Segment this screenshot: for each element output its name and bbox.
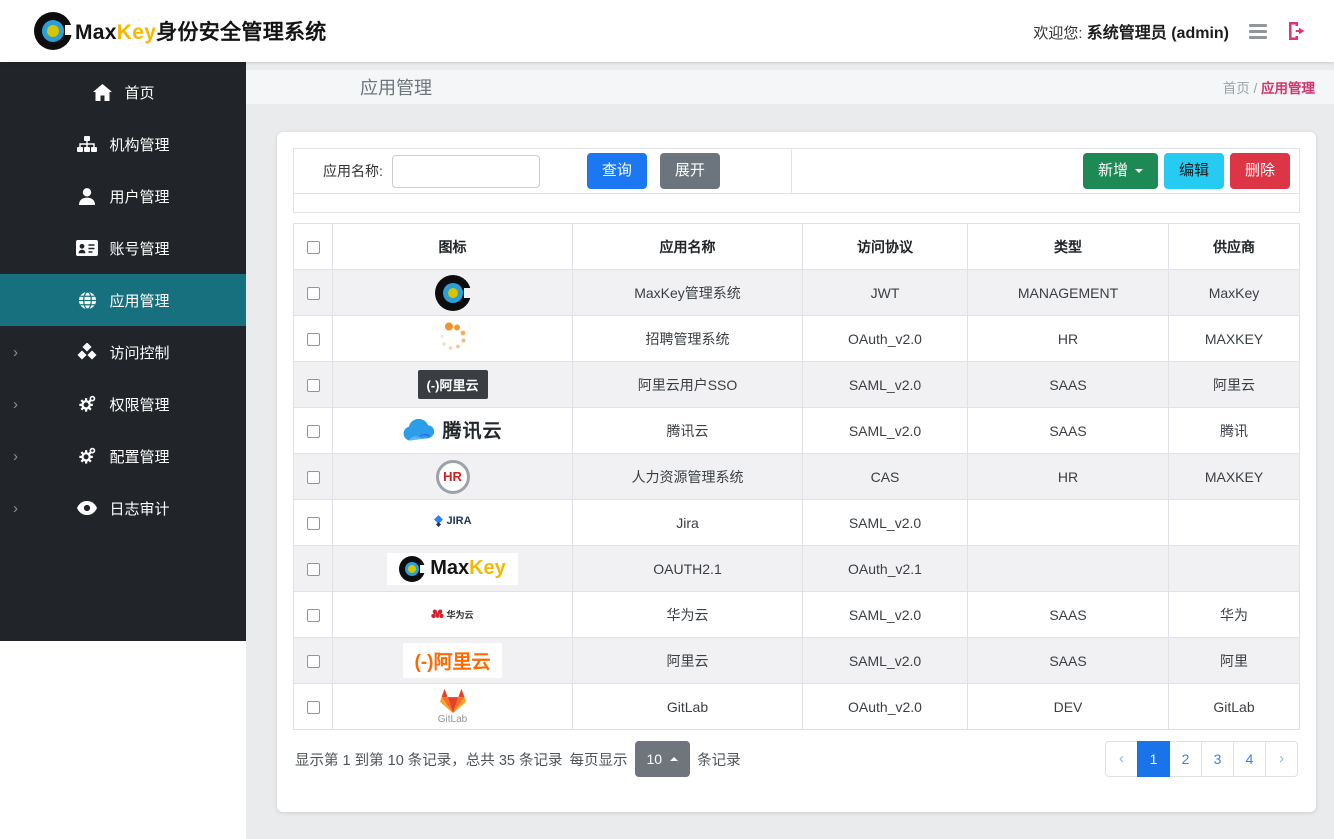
table-row[interactable]: 招聘管理系统OAuth_v2.0 HRMAXKEY	[294, 316, 1300, 362]
row-checkbox[interactable]	[307, 517, 320, 530]
maxkey-logo-icon	[34, 12, 72, 50]
brand-max: Max	[75, 21, 117, 44]
sidebar-item-home[interactable]: 首页	[0, 66, 246, 118]
select-all-checkbox[interactable]	[307, 241, 320, 254]
row-checkbox[interactable]	[307, 425, 320, 438]
chevron-right-icon: ›	[13, 344, 18, 361]
brand-rest: 身份安全管理系统	[156, 21, 326, 44]
add-button[interactable]: 新增	[1083, 153, 1158, 189]
next-page-button[interactable]: ›	[1265, 741, 1298, 777]
breadcrumb-home[interactable]: 首页	[1223, 81, 1250, 96]
current-user: 系统管理员 (admin)	[1087, 25, 1229, 42]
logout-icon[interactable]	[1287, 21, 1308, 41]
delete-button[interactable]: 删除	[1230, 153, 1290, 189]
sidebar-item-permissions[interactable]: › 权限管理	[0, 378, 246, 430]
edit-button[interactable]: 编辑	[1164, 153, 1224, 189]
caret-up-icon	[670, 757, 678, 761]
sidebar-item-config[interactable]: › 配置管理	[0, 430, 246, 482]
page-buttons: ‹ 1 2 3 4 ›	[1105, 741, 1298, 777]
eye-icon	[76, 501, 98, 515]
sidebar-item-access[interactable]: › 访问控制	[0, 326, 246, 378]
prev-page-button[interactable]: ‹	[1105, 741, 1138, 777]
top-bar: MaxKey身份安全管理系统 欢迎您: 系统管理员 (admin)	[0, 0, 1334, 62]
hamburger-menu-icon[interactable]	[1249, 24, 1267, 39]
brand-key: Key	[117, 21, 156, 44]
chevron-right-icon: ›	[13, 396, 18, 413]
table-row[interactable]: MaxKey管理系统JWT MANAGEMENTMaxKey	[294, 270, 1300, 316]
row-checkbox[interactable]	[307, 655, 320, 668]
chevron-right-icon: ›	[13, 448, 18, 465]
table-header-row: 图标 应用名称 访问协议 类型 供应商	[294, 224, 1300, 270]
user-icon	[76, 188, 98, 205]
sidebar-item-org[interactable]: 机构管理	[0, 118, 246, 170]
table-row[interactable]: 腾讯云 腾讯云SAML_v2.0 SAAS腾讯	[294, 408, 1300, 454]
page-button-2[interactable]: 2	[1169, 741, 1202, 777]
hr-logo: HR	[436, 460, 470, 494]
welcome-text: 欢迎您: 系统管理员 (admin)	[1033, 19, 1229, 43]
toolbar: 应用名称: 查询 展开 新增 编辑 删除	[293, 148, 1300, 194]
table-row[interactable]: (-)阿里云 阿里云SAML_v2.0 SAAS阿里	[294, 638, 1300, 684]
table-row[interactable]: GitLab GitLabOAuth_v2.0 DEVGitLab	[294, 684, 1300, 730]
sidebar-item-users[interactable]: 用户管理	[0, 170, 246, 222]
page-button-3[interactable]: 3	[1201, 741, 1234, 777]
page-button-4[interactable]: 4	[1233, 741, 1266, 777]
per-page-dropdown[interactable]: 10	[635, 741, 691, 777]
maxkey-circle-logo	[435, 275, 471, 311]
row-checkbox[interactable]	[307, 609, 320, 622]
advanced-search-collapsed	[293, 194, 1300, 213]
pagination: 显示第 1 到第 10 条记录，总共 35 条记录 每页显示 10 条记录 ‹ …	[293, 741, 1300, 777]
breadcrumb: 首页 / 应用管理	[1223, 77, 1315, 97]
table-row[interactable]: MaxKey OAUTH2.1OAuth_v2.1	[294, 546, 1300, 592]
aliyun-dark-logo: (-)阿里云	[418, 370, 488, 399]
apps-table: 图标 应用名称 访问协议 类型 供应商 MaxKey管理系统JWT MANA	[293, 223, 1300, 730]
jira-logo: JIRA	[433, 515, 471, 528]
page-button-1[interactable]: 1	[1137, 741, 1170, 777]
page-title: 应用管理	[360, 74, 432, 100]
app-name-input[interactable]	[392, 155, 540, 188]
row-checkbox[interactable]	[307, 701, 320, 714]
chevron-right-icon: ›	[13, 500, 18, 517]
globe-icon	[76, 291, 98, 310]
page-header: 应用管理 首页 / 应用管理	[246, 70, 1334, 104]
gears-icon	[76, 395, 98, 413]
pagination-summary: 显示第 1 到第 10 条记录，总共 35 条记录	[295, 749, 563, 770]
row-checkbox[interactable]	[307, 287, 320, 300]
home-icon	[91, 84, 113, 101]
tencent-cloud-logo: 腾讯云	[402, 416, 502, 443]
breadcrumb-current: 应用管理	[1261, 81, 1315, 96]
aliyun-orange-logo: (-)阿里云	[403, 643, 503, 678]
maxkey-full-logo: MaxKey	[387, 553, 518, 585]
cubes-icon	[76, 343, 98, 361]
gears-icon	[76, 447, 98, 465]
query-button[interactable]: 查询	[587, 153, 647, 189]
id-card-icon	[76, 240, 98, 256]
brand: MaxKey身份安全管理系统	[34, 12, 327, 50]
sidebar: 首页 机构管理 用户管理 账号管理 应用管理	[0, 62, 246, 839]
row-checkbox[interactable]	[307, 379, 320, 392]
row-checkbox[interactable]	[307, 563, 320, 576]
gitlab-logo: GitLab	[438, 688, 467, 725]
table-row[interactable]: JIRA JiraSAML_v2.0	[294, 500, 1300, 546]
table-row[interactable]: HR 人力资源管理系统CAS HRMAXKEY	[294, 454, 1300, 500]
search-label: 应用名称:	[323, 161, 383, 181]
brand-title: MaxKey身份安全管理系统	[75, 16, 327, 46]
apps-card: 应用名称: 查询 展开 新增 编辑 删除	[277, 132, 1316, 812]
caret-down-icon	[1135, 169, 1143, 173]
row-checkbox[interactable]	[307, 333, 320, 346]
row-checkbox[interactable]	[307, 471, 320, 484]
sidebar-item-apps[interactable]: 应用管理	[0, 274, 246, 326]
huawei-cloud-logo: 华为云	[431, 608, 473, 621]
table-row[interactable]: (-)阿里云 阿里云用户SSOSAML_v2.0 SAAS阿里云	[294, 362, 1300, 408]
table-row[interactable]: 华为云 华为云SAML_v2.0 SAAS华为	[294, 592, 1300, 638]
spinner-dots-logo	[438, 322, 468, 352]
sidebar-item-audit[interactable]: › 日志审计	[0, 482, 246, 534]
sitemap-icon	[76, 136, 98, 152]
sidebar-item-accounts[interactable]: 账号管理	[0, 222, 246, 274]
expand-button[interactable]: 展开	[660, 153, 720, 189]
